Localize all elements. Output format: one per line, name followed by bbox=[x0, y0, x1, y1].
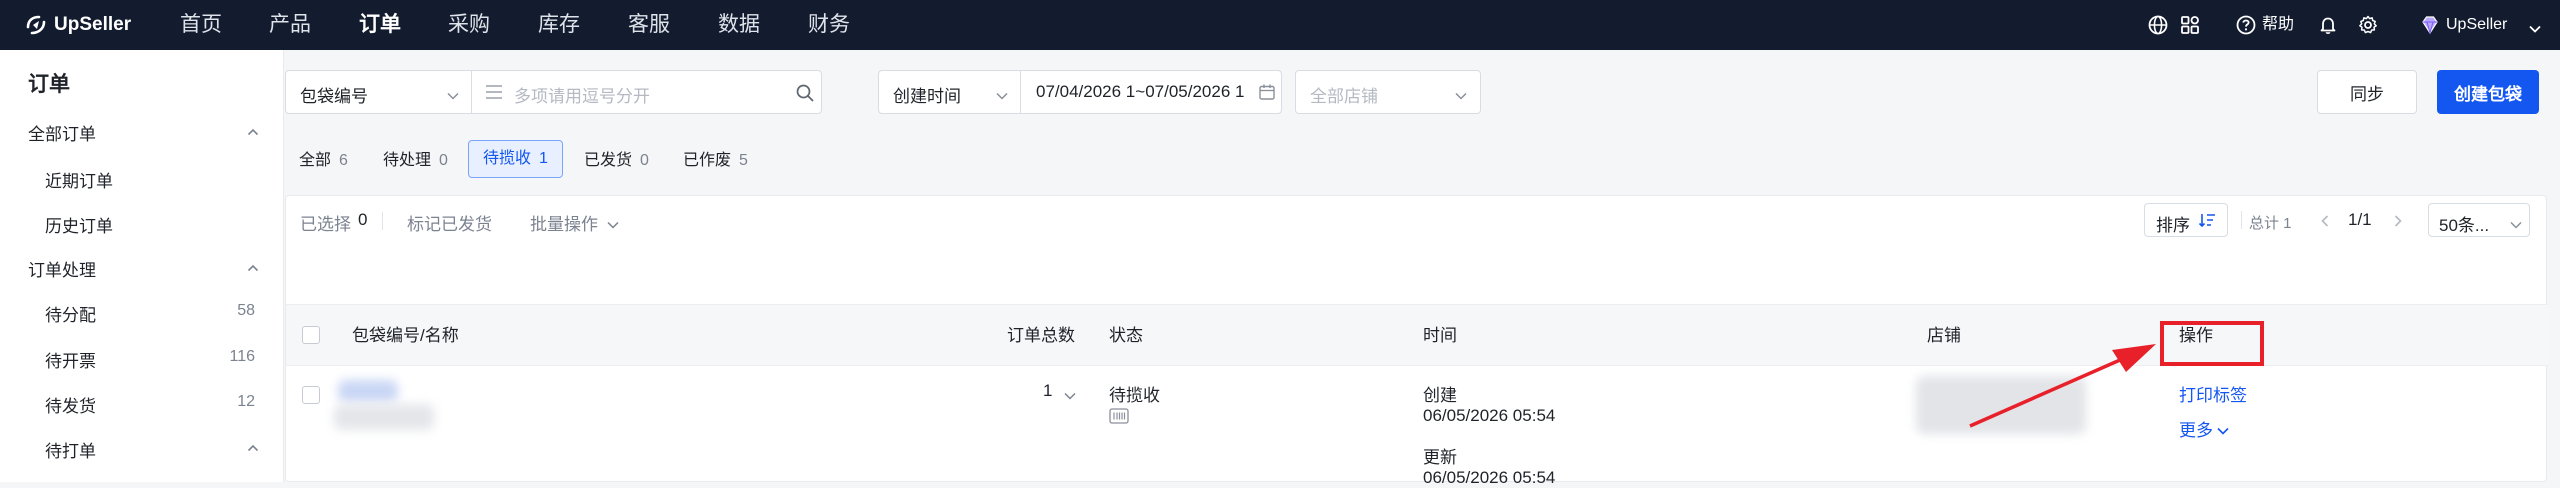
annotation-arrow bbox=[1969, 344, 2156, 428]
